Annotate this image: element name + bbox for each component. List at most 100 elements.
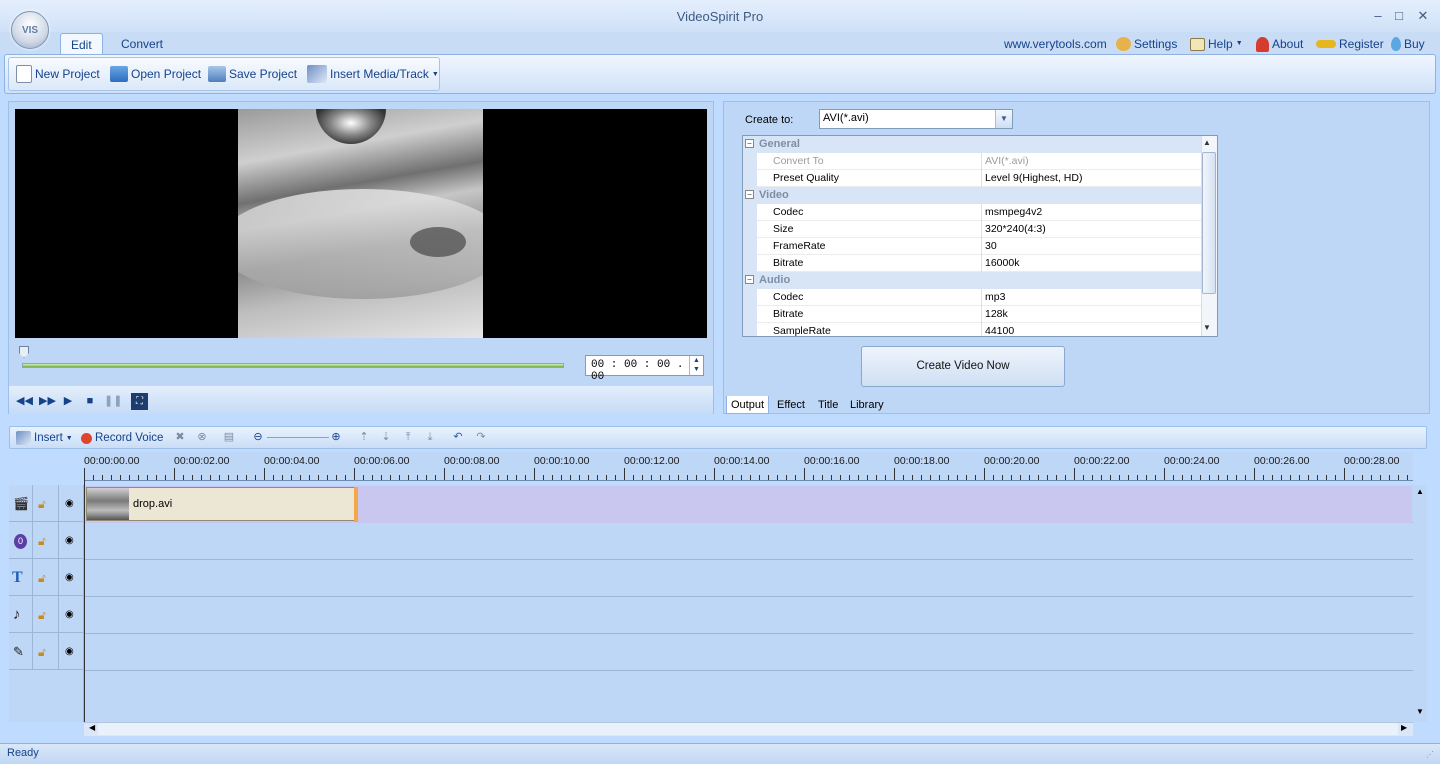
- fullscreen-icon[interactable]: ⛶: [131, 393, 148, 410]
- lock-icon[interactable]: 🔓︎: [38, 571, 46, 586]
- property-row[interactable]: Codec mp3: [743, 289, 1201, 306]
- playhead[interactable]: [84, 468, 85, 722]
- tab-library[interactable]: Library: [846, 396, 888, 414]
- scroll-down-icon[interactable]: ▼: [1203, 323, 1211, 332]
- lock-icon[interactable]: 🔓︎: [38, 608, 46, 623]
- ruler-tick: [903, 475, 904, 480]
- property-row[interactable]: Bitrate 128k: [743, 306, 1201, 323]
- settings-button[interactable]: Settings: [1116, 36, 1177, 52]
- clear-icon[interactable]: ⊗: [195, 430, 209, 444]
- scrollbar-thumb[interactable]: [1202, 152, 1216, 294]
- website-link[interactable]: www.verytools.com: [1004, 36, 1107, 52]
- ruler-tick: [876, 475, 877, 480]
- scroll-left-icon[interactable]: ◀: [89, 723, 95, 732]
- pause-button[interactable]: ❚❚: [104, 394, 122, 408]
- close-button[interactable]: ✕: [1413, 7, 1433, 25]
- timeline-clip[interactable]: drop.avi: [86, 487, 357, 521]
- create-video-now-button[interactable]: Create Video Now: [861, 346, 1065, 387]
- minimize-button[interactable]: ‒: [1368, 7, 1388, 25]
- rewind-button[interactable]: ◀◀: [16, 394, 33, 408]
- fast-forward-button[interactable]: ▶▶: [39, 394, 56, 408]
- eye-icon[interactable]: ◉: [65, 498, 74, 509]
- undo-icon[interactable]: ↶: [451, 430, 465, 444]
- eye-icon[interactable]: ◉: [65, 646, 74, 657]
- ruler-tick: [1290, 475, 1291, 480]
- collapse-icon[interactable]: −: [745, 190, 754, 199]
- zoom-out-icon[interactable]: ⊖: [251, 430, 265, 444]
- save-project-button[interactable]: Save Project: [208, 64, 297, 84]
- ruler-tick: [1245, 475, 1246, 480]
- lock-icon[interactable]: 🔓︎: [38, 645, 46, 660]
- spin-down-icon[interactable]: ▼: [690, 365, 703, 374]
- move-up-icon[interactable]: ⇡: [357, 430, 371, 444]
- tab-title[interactable]: Title: [814, 396, 842, 414]
- eye-icon[interactable]: ◉: [65, 535, 74, 546]
- scroll-right-icon[interactable]: ▶: [1401, 723, 1407, 732]
- resize-grip-icon[interactable]: ⋰: [1426, 750, 1434, 759]
- property-row[interactable]: Size 320*240(4:3): [743, 221, 1201, 238]
- timecode-input[interactable]: 00 : 00 : 00 . 00: [585, 355, 704, 383]
- tab-edit[interactable]: Edit: [60, 33, 103, 55]
- lock-icon[interactable]: 🔓︎: [38, 534, 46, 549]
- property-row[interactable]: FrameRate 30: [743, 238, 1201, 255]
- tab-effect[interactable]: Effect: [773, 396, 809, 414]
- scrollbar-thumb[interactable]: [98, 723, 1398, 735]
- ruler-tick: [957, 475, 958, 480]
- property-row[interactable]: SampleRate 44100: [743, 323, 1201, 337]
- app-menu-button[interactable]: VIS: [11, 11, 49, 49]
- zoom-slider[interactable]: [267, 437, 329, 438]
- chevron-down-icon[interactable]: ▼: [995, 110, 1012, 128]
- timeline-ruler[interactable]: 00:00:00.00 00:00:02.00 00:00:04.00 00:00:0…: [84, 452, 1413, 481]
- redo-icon[interactable]: ↷: [474, 430, 488, 444]
- property-row[interactable]: Codec msmpeg4v2: [743, 204, 1201, 221]
- clip-trim-handle[interactable]: [354, 487, 358, 522]
- scroll-down-icon[interactable]: ▼: [1416, 707, 1424, 716]
- open-project-button[interactable]: Open Project: [110, 64, 201, 84]
- register-button[interactable]: Register: [1316, 36, 1384, 52]
- lock-icon[interactable]: 🔓︎: [38, 497, 46, 512]
- play-button[interactable]: ▶: [61, 394, 75, 408]
- collapse-icon[interactable]: −: [745, 275, 754, 284]
- insert-media-track-button[interactable]: Insert Media/Track ▼: [307, 64, 439, 84]
- ruler-tick: [804, 468, 805, 480]
- timecode-spinner[interactable]: ▲ ▼: [689, 356, 703, 375]
- ruler-tick-label: 00:00:08.00: [444, 455, 500, 467]
- move-top-icon[interactable]: ⤒: [401, 430, 415, 444]
- scroll-up-icon[interactable]: ▲: [1416, 487, 1424, 496]
- category-general[interactable]: − General: [743, 136, 1201, 153]
- delete-icon[interactable]: ✖: [173, 430, 187, 444]
- record-voice-button[interactable]: Record Voice: [81, 430, 163, 446]
- property-value: 44100: [985, 325, 1015, 337]
- tab-convert[interactable]: Convert: [111, 33, 173, 55]
- properties-icon[interactable]: ▤: [222, 430, 236, 444]
- eye-icon[interactable]: ◉: [65, 572, 74, 583]
- zoom-in-icon[interactable]: ⊕: [329, 430, 343, 444]
- category-audio[interactable]: − Audio: [743, 272, 1201, 289]
- stop-button[interactable]: ■: [83, 394, 97, 408]
- timeline-vertical-scrollbar[interactable]: ▲ ▼: [1413, 485, 1427, 722]
- tab-output[interactable]: Output: [726, 396, 770, 414]
- seek-slider-track[interactable]: [22, 363, 564, 368]
- create-to-select[interactable]: AVI(*.avi): [819, 109, 1013, 129]
- property-row[interactable]: Bitrate 16000k: [743, 255, 1201, 272]
- about-button[interactable]: About: [1256, 36, 1303, 52]
- scroll-up-icon[interactable]: ▲: [1203, 138, 1211, 147]
- move-bottom-icon[interactable]: ⤓: [423, 430, 437, 444]
- buy-button[interactable]: Buy: [1391, 36, 1425, 52]
- collapse-icon[interactable]: −: [745, 139, 754, 148]
- help-button[interactable]: Help ▼: [1190, 36, 1243, 52]
- maximize-button[interactable]: □: [1389, 7, 1409, 25]
- title-text-icon: T: [12, 569, 23, 586]
- insert-button[interactable]: Insert ▼: [16, 430, 73, 446]
- register-label: Register: [1339, 37, 1384, 51]
- eye-icon[interactable]: ◉: [65, 609, 74, 620]
- new-project-button[interactable]: New Project: [16, 64, 100, 84]
- spin-up-icon[interactable]: ▲: [690, 356, 703, 365]
- property-row[interactable]: Convert To AVI(*.avi): [743, 153, 1201, 170]
- ruler-tick: [570, 475, 571, 480]
- property-row[interactable]: Preset Quality Level 9(Highest, HD): [743, 170, 1201, 187]
- move-down-icon[interactable]: ⇣: [379, 430, 393, 444]
- save-project-label: Save Project: [229, 67, 298, 81]
- ruler-tick-label: 00:00:26.00: [1254, 455, 1310, 467]
- category-video[interactable]: − Video: [743, 187, 1201, 204]
